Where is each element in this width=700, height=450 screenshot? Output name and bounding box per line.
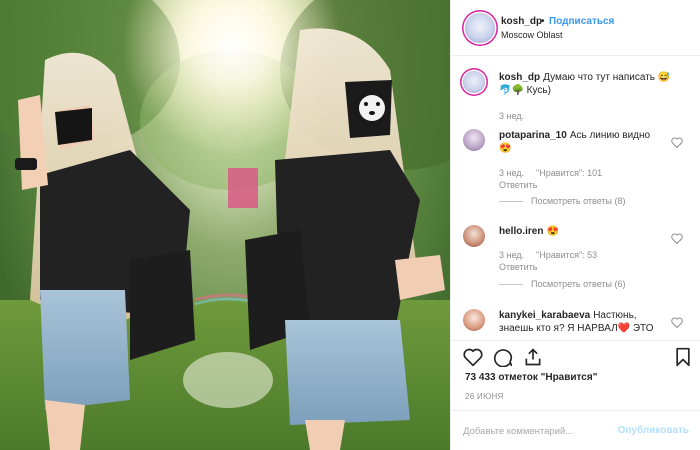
view-replies-label: Посмотреть ответы (8) xyxy=(531,196,626,206)
comment-like-count[interactable]: "Нравится": 53 xyxy=(536,250,597,260)
view-replies-label: Посмотреть ответы (6) xyxy=(531,279,626,289)
bookmark-icon[interactable] xyxy=(673,347,693,367)
comment-body-line2: знаешь кто я? Я НАРВАЛ❤️ ЭТО xyxy=(499,323,654,334)
comment-time[interactable]: 3 нед. xyxy=(499,250,524,260)
share-icon[interactable] xyxy=(523,347,543,367)
caption-body-line2: 🐬🌳 Кусь) xyxy=(499,85,551,96)
reply-button[interactable]: Ответить xyxy=(499,262,537,272)
comment-avatar[interactable] xyxy=(463,309,485,331)
post-date[interactable]: 26 ИЮНЯ xyxy=(465,392,504,401)
comments-list[interactable]: kosh_dp Думаю что тут написать 😅 🐬🌳 Кусь)… xyxy=(451,57,700,340)
comment-time[interactable]: 3 нед. xyxy=(499,168,524,178)
comment-text: kanykei_karabaeva Настюнь, знаешь кто я? … xyxy=(499,309,677,335)
comment-author[interactable]: potaparina_10 xyxy=(499,130,567,141)
post-sidebar: kosh_dp • Подписаться Moscow Oblast kosh… xyxy=(450,0,700,450)
post-photo[interactable] xyxy=(0,0,450,450)
author-avatar[interactable] xyxy=(465,13,495,43)
comment-icon[interactable] xyxy=(493,347,513,367)
comment-body: Настюнь, xyxy=(593,310,637,321)
caption-body: Думаю что тут написать 😅 xyxy=(543,72,671,83)
view-replies-button[interactable]: Посмотреть ответы (8) xyxy=(499,196,626,206)
comment-author[interactable]: kanykei_karabaeva xyxy=(499,310,590,321)
comment-body: 😍 xyxy=(546,226,559,237)
caption-author[interactable]: kosh_dp xyxy=(499,72,540,83)
caption-meta: 3 нед. xyxy=(499,111,536,121)
comment-meta: 3 нед. "Нравится": 101 xyxy=(499,168,614,178)
comment-like-heart-icon[interactable] xyxy=(671,137,683,148)
comment-body: Ась линию видно xyxy=(569,130,651,141)
follow-button[interactable]: Подписаться xyxy=(549,16,614,27)
comment-avatar[interactable] xyxy=(463,129,485,151)
reply-button[interactable]: Ответить xyxy=(499,180,537,190)
post-header: kosh_dp • Подписаться Moscow Oblast xyxy=(451,0,700,56)
caption-time[interactable]: 3 нед. xyxy=(499,111,524,121)
comment-text: hello.iren 😍 xyxy=(499,225,677,238)
like-heart-icon[interactable] xyxy=(463,347,483,367)
comment-like-count[interactable]: "Нравится": 101 xyxy=(536,168,602,178)
post-location[interactable]: Moscow Oblast xyxy=(501,30,563,40)
view-replies-button[interactable]: Посмотреть ответы (6) xyxy=(499,279,626,289)
comment-emoji: 😍 xyxy=(499,143,512,154)
publish-comment-button[interactable]: Опубликовать xyxy=(618,425,689,436)
instagram-post-modal: kosh_dp • Подписаться Moscow Oblast kosh… xyxy=(0,0,700,450)
comment-meta: 3 нед. "Нравится": 53 xyxy=(499,250,609,260)
author-username[interactable]: kosh_dp xyxy=(501,16,542,27)
photo-illustration xyxy=(0,0,450,450)
add-comment-bar: Опубликовать xyxy=(451,410,700,450)
comment-like-heart-icon[interactable] xyxy=(671,233,683,244)
comment-text: potaparina_10 Ась линию видно 😍 xyxy=(499,129,677,155)
header-separator: • xyxy=(541,16,545,27)
caption-text: kosh_dp Думаю что тут написать 😅 🐬🌳 Кусь) xyxy=(499,71,677,97)
comment-author[interactable]: hello.iren xyxy=(499,226,543,237)
thread-line xyxy=(499,284,523,286)
comment-like-heart-icon[interactable] xyxy=(671,317,683,328)
caption-avatar[interactable] xyxy=(463,71,485,93)
thread-line xyxy=(499,201,523,203)
add-comment-input[interactable] xyxy=(463,424,613,438)
comment-avatar[interactable] xyxy=(463,225,485,247)
likes-count[interactable]: 73 433 отметок "Нравится" xyxy=(465,372,597,383)
